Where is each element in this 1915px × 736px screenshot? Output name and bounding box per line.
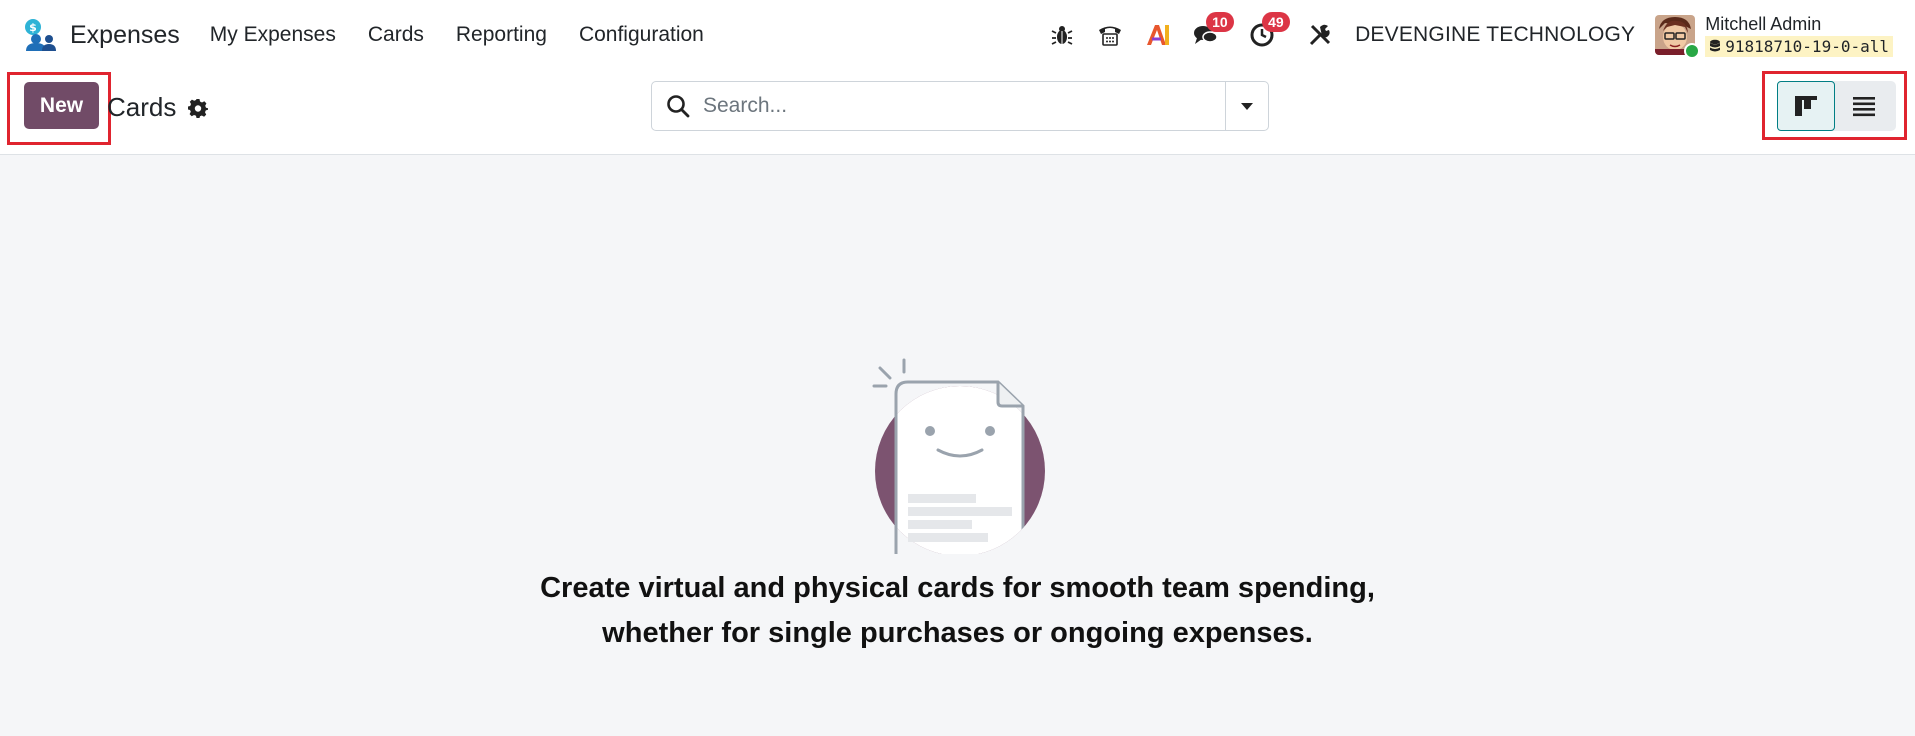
debug-bug-icon[interactable]: [1045, 18, 1079, 52]
top-navbar: $ Expenses My Expenses Cards Reporting C…: [0, 0, 1915, 70]
help-line-2: whether for single purchases or ongoing …: [602, 617, 1313, 649]
search-options-toggle[interactable]: [1225, 82, 1268, 130]
messages-icon[interactable]: 10: [1189, 12, 1234, 52]
list-icon: [1853, 97, 1875, 117]
list-view-button[interactable]: [1835, 81, 1893, 131]
search-icon: [667, 95, 690, 118]
database-icon: [1710, 39, 1721, 52]
empty-state-help-text: Create virtual and physical cards for sm…: [0, 566, 1915, 656]
activities-count-badge: 49: [1262, 12, 1290, 32]
help-line-1: Create virtual and physical cards for sm…: [540, 572, 1375, 604]
systray: 10 49 DEVENGINE TECHNOLOGY Mitchell Admi…: [1031, 0, 1893, 70]
view-switcher: [1777, 81, 1896, 131]
user-name: Mitchell Admin: [1705, 13, 1822, 34]
expenses-app-icon: $: [25, 19, 56, 51]
app-name: Expenses: [70, 20, 180, 49]
menu-item-reporting[interactable]: Reporting: [440, 23, 563, 47]
tools-icon[interactable]: [1303, 18, 1337, 52]
user-info: Mitchell Admin 91818710-19-0-all: [1705, 14, 1893, 57]
menu-item-my-expenses[interactable]: My Expenses: [194, 23, 352, 47]
database-badge: 91818710-19-0-all: [1705, 35, 1893, 57]
control-panel: New Cards: [0, 70, 1915, 155]
avatar: [1655, 15, 1701, 59]
empty-state: Create virtual and physical cards for sm…: [0, 156, 1915, 736]
kanban-icon: [1795, 96, 1817, 116]
user-menu[interactable]: Mitchell Admin 91818710-19-0-all: [1655, 14, 1893, 59]
caret-down-icon: [1241, 103, 1253, 110]
company-name[interactable]: DEVENGINE TECHNOLOGY: [1355, 23, 1635, 47]
kanban-view-button[interactable]: [1777, 81, 1835, 131]
search-input[interactable]: [703, 94, 1225, 118]
messages-count-badge: 10: [1206, 12, 1234, 32]
main-menu: My Expenses Cards Reporting Configuratio…: [194, 23, 720, 47]
menu-item-configuration[interactable]: Configuration: [563, 23, 720, 47]
database-name: 91818710-19-0-all: [1725, 36, 1889, 56]
ai-icon[interactable]: [1141, 18, 1175, 52]
svg-text:$: $: [29, 21, 37, 34]
search-bar: [651, 81, 1269, 131]
page-title: Cards: [107, 92, 177, 122]
gear-icon[interactable]: [188, 98, 209, 118]
app-brand[interactable]: $ Expenses: [22, 17, 180, 53]
empty-document-illustration: [872, 358, 1045, 554]
activities-clock-icon[interactable]: 49: [1245, 12, 1290, 52]
online-status-indicator: [1684, 43, 1701, 59]
breadcrumb: Cards: [107, 92, 209, 123]
menu-item-cards[interactable]: Cards: [352, 23, 440, 47]
new-button[interactable]: New: [24, 82, 99, 129]
phone-icon[interactable]: [1093, 18, 1127, 52]
